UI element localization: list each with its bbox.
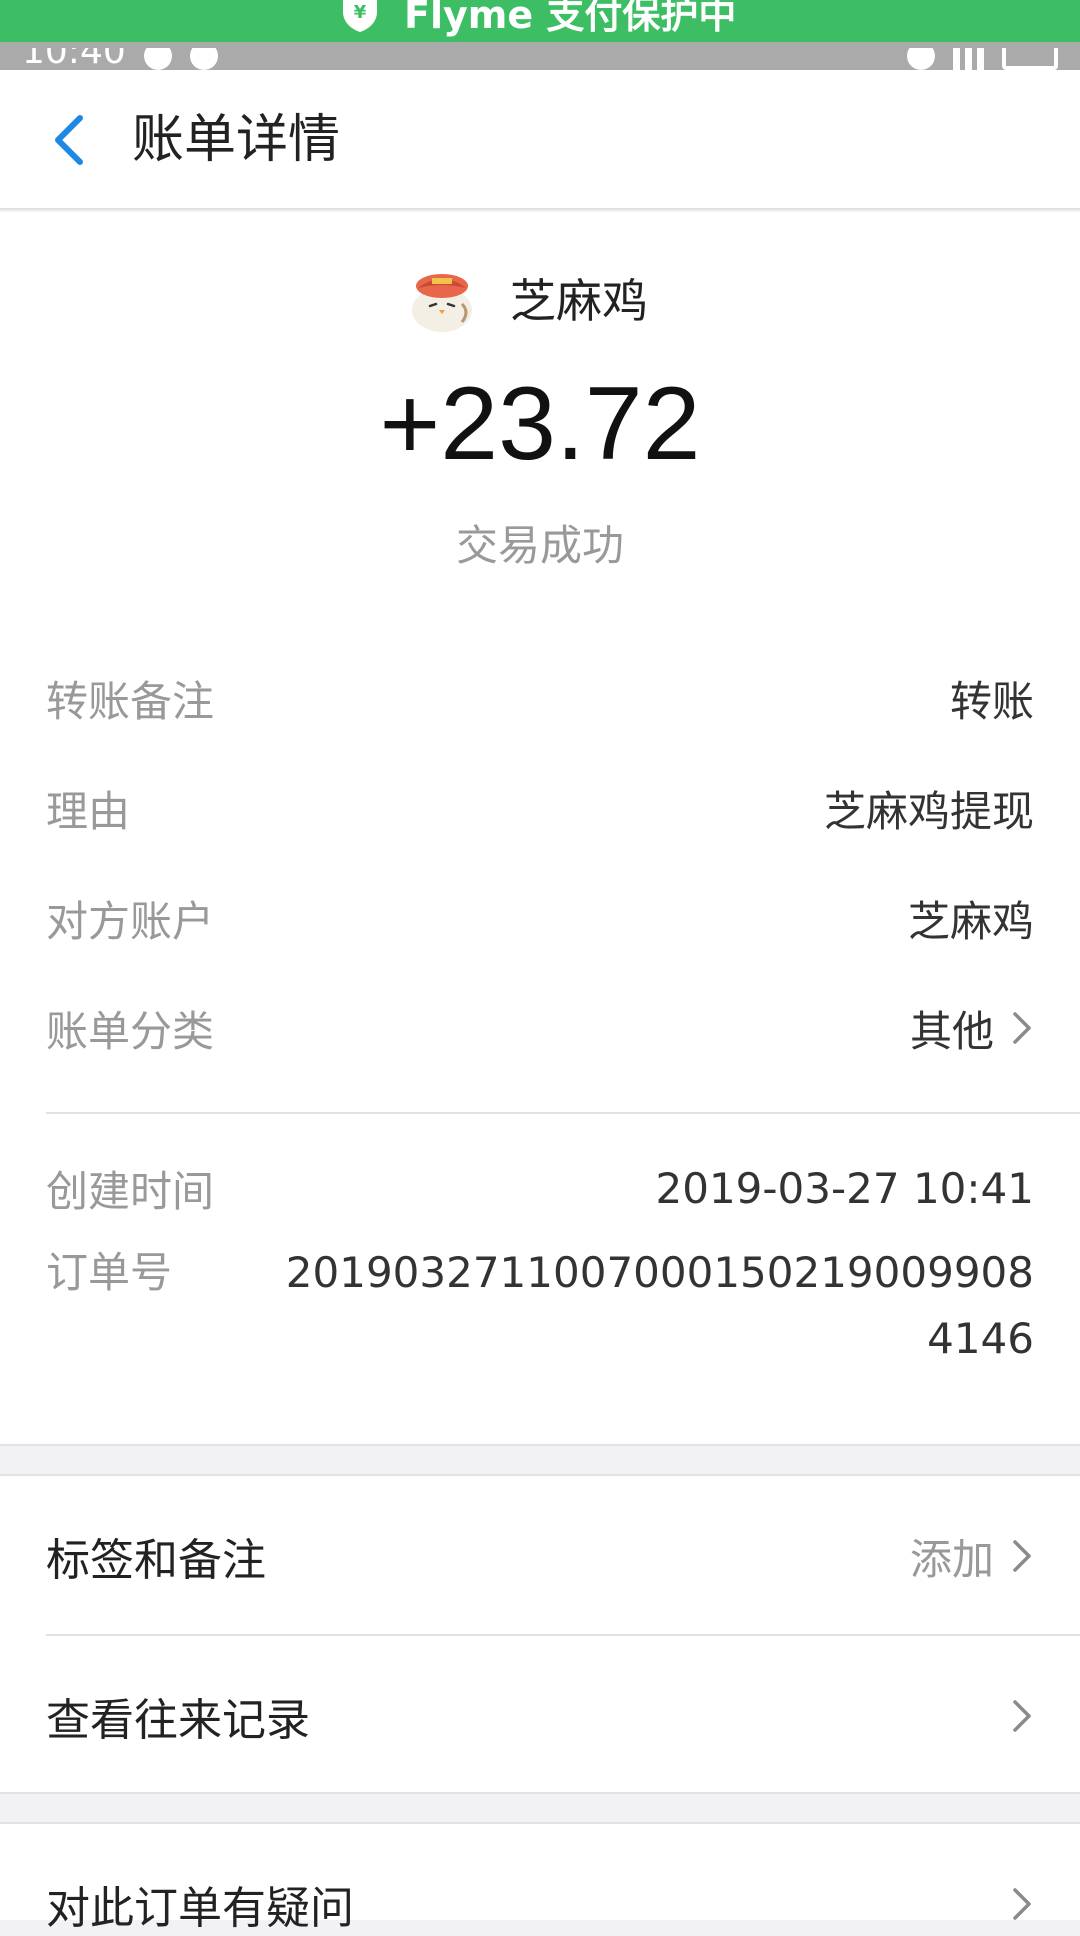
- tags-and-notes-row[interactable]: 标签和备注 添加: [46, 1476, 1034, 1636]
- order-number-value[interactable]: 20190327110070001502190099084146: [276, 1240, 1034, 1372]
- section-divider: [46, 1112, 1080, 1114]
- order-number-label: 订单号: [46, 1248, 173, 1297]
- detail-row-reason: 理由 芝麻鸡提现: [46, 778, 1034, 838]
- detail-value: 芝麻鸡: [908, 888, 1034, 949]
- help-card: 对此订单有疑问: [0, 1822, 1080, 1934]
- merchant-name: 芝麻鸡: [510, 274, 648, 328]
- detail-value-text: 芝麻鸡提现: [823, 786, 1034, 836]
- detail-label: 转账备注: [46, 676, 215, 726]
- chevron-right-icon: [1013, 1700, 1031, 1732]
- detail-value: 其他: [910, 998, 1034, 1059]
- detail-value: 芝麻鸡提现: [824, 778, 1034, 839]
- status-left: 10:40: [22, 48, 218, 70]
- transaction-status: 交易成功: [455, 521, 624, 570]
- merchant-header: 芝麻鸡: [404, 260, 648, 336]
- chevron-right-icon: [1013, 1012, 1031, 1044]
- detail-label: 账单分类: [46, 1006, 215, 1056]
- notification-icon: [143, 48, 172, 70]
- detail-value-text: 其他: [909, 1006, 994, 1056]
- transaction-amount: +23.72: [379, 366, 701, 482]
- battery-icon: [1002, 48, 1058, 70]
- detail-row-category[interactable]: 账单分类 其他: [46, 998, 1034, 1058]
- chevron-right-icon: [1013, 1540, 1031, 1572]
- detail-row-created-time: 创建时间 2019-03-27 10:41: [46, 1158, 1034, 1218]
- add-hint: 添加: [909, 1534, 994, 1584]
- detail-label: 创建时间: [46, 1166, 215, 1216]
- status-time: 10:40: [22, 48, 126, 70]
- detail-label: 理由: [46, 786, 131, 836]
- detail-row-transfer-note: 转账备注 转账: [46, 668, 1034, 728]
- shield-yen-icon: ¥: [343, 0, 377, 32]
- pay-protection-content: ¥ Flyme 支付保护中: [340, 0, 736, 39]
- chevron-right-icon: [1013, 1888, 1031, 1920]
- pay-protection-banner[interactable]: ¥ Flyme 支付保护中: [0, 0, 1080, 42]
- status-right: [907, 48, 1058, 70]
- detail-value: 2019-03-27 10:41: [656, 1164, 1034, 1213]
- bill-detail-card: 芝麻鸡 +23.72 交易成功 转账备注 转账 理由 芝麻鸡提现 对方账户 芝麻…: [0, 212, 1080, 1446]
- alarm-icon: [907, 48, 935, 70]
- action-label: 查看往来记录: [46, 1695, 310, 1746]
- detail-row-counterparty: 对方账户 芝麻鸡: [46, 888, 1034, 948]
- chevron-left-icon: [55, 115, 83, 165]
- pay-protection-text: Flyme 支付保护中: [404, 0, 737, 37]
- action-label: 对此订单有疑问: [46, 1883, 354, 1934]
- back-button[interactable]: [36, 104, 100, 176]
- view-history-row[interactable]: 查看往来记录: [46, 1636, 1034, 1796]
- signal-icon: [953, 48, 984, 70]
- detail-value-text: 2019-03-27 10:41: [655, 1163, 1034, 1213]
- message-icon: [189, 48, 218, 70]
- action-right: [1010, 1696, 1034, 1736]
- action-label: 标签和备注: [46, 1535, 266, 1586]
- detail-value: 转账: [950, 668, 1034, 729]
- actions-card: 标签和备注 添加 查看往来记录: [0, 1474, 1080, 1794]
- order-question-row[interactable]: 对此订单有疑问: [46, 1872, 1034, 1936]
- detail-value-text: 芝麻鸡: [907, 896, 1034, 946]
- action-right: 添加: [910, 1526, 1034, 1587]
- detail-label: 对方账户: [46, 896, 215, 946]
- merchant-avatar-icon: [412, 274, 472, 332]
- page-title: 账单详情: [132, 110, 341, 170]
- svg-text:¥: ¥: [354, 2, 367, 23]
- nav-bar: 账单详情: [0, 70, 1080, 210]
- detail-value-text: 转账: [949, 676, 1034, 726]
